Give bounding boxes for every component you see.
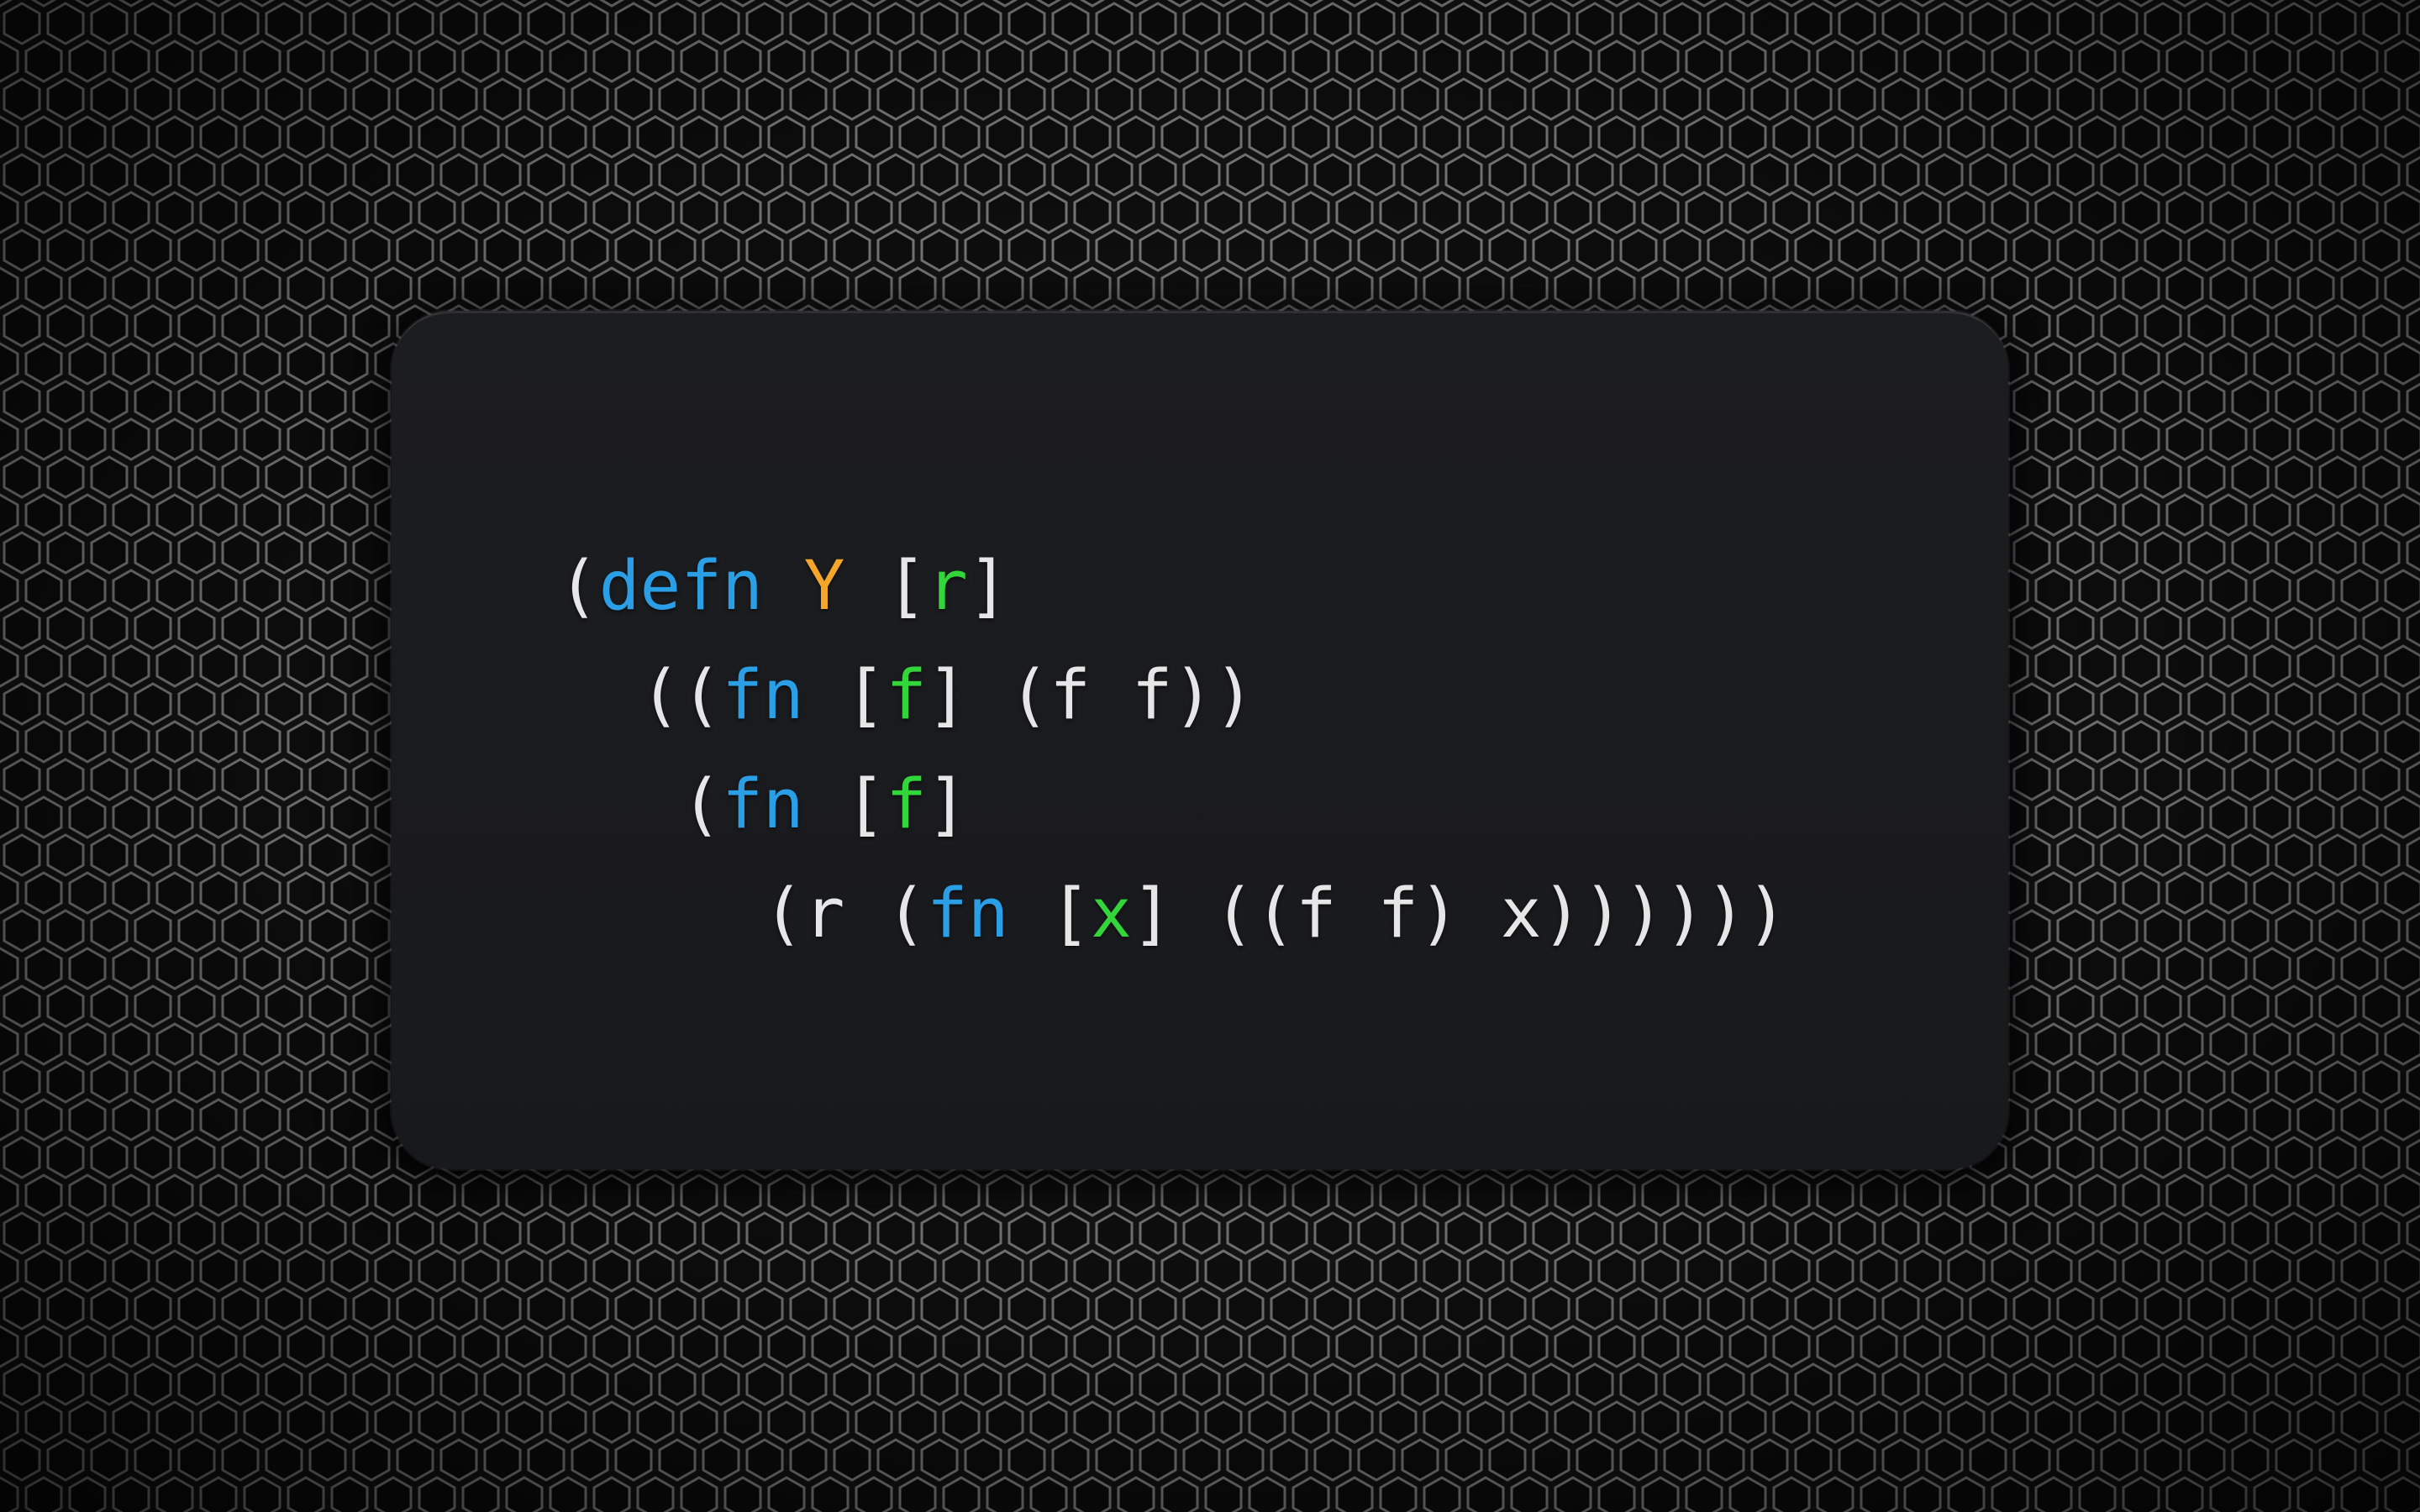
code-token-param: r (926, 547, 968, 626)
code-token-punc: ] (f f)) (926, 656, 1255, 735)
code-token-punc: ] ((f f) x)))))) (1131, 874, 1788, 953)
code-token-kw: fn (722, 765, 804, 844)
code-token-punc: [ (803, 765, 886, 844)
code-line: ((fn [f] (f f)) (558, 641, 1787, 750)
code-token-param: f (886, 765, 927, 844)
code-token-punc: (r ( (762, 874, 927, 953)
code-token-param: f (886, 656, 927, 735)
code-token-punc: [ (1008, 874, 1092, 953)
code-token-punc: ] (967, 547, 1009, 626)
code-token-name: Y (803, 547, 845, 626)
code-token-punc: ( (681, 765, 723, 844)
code-token-kw: defn (598, 547, 763, 626)
code-token-sym (763, 547, 804, 626)
code-token-punc: (( (639, 656, 723, 735)
code-token-kw: fn (926, 874, 1009, 953)
code-token-kw: fn (722, 656, 804, 735)
code-token-punc: [ (803, 656, 886, 735)
code-card: (defn Y [r] ((fn [f] (f f)) (fn [f] (r (… (392, 311, 2008, 1169)
code-token-param: x (1091, 874, 1132, 953)
clojure-y-combinator-code: (defn Y [r] ((fn [f] (f f)) (fn [f] (r (… (558, 532, 1787, 969)
code-token-punc: ( (558, 547, 599, 626)
code-line: (fn [f] (558, 750, 1787, 859)
code-line: (r (fn [x] ((f f) x)))))) (558, 859, 1787, 969)
code-token-punc: [ (844, 547, 927, 626)
code-line: (defn Y [r] (558, 532, 1787, 641)
code-token-punc: ] (926, 765, 968, 844)
